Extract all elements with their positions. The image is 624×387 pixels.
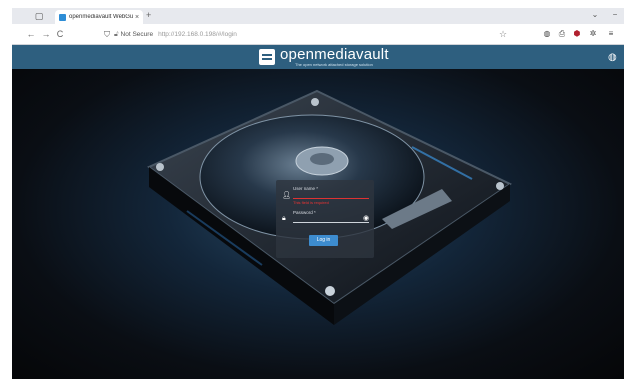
language-globe-icon[interactable]: ◍ (608, 52, 617, 63)
shield-extension-icon[interactable]: ⬢ (572, 29, 582, 38)
show-password-eye-icon[interactable]: ◉ (363, 214, 369, 222)
tab-title: openmediavault WebGui (69, 14, 133, 20)
tab-overview-icon[interactable]: ▢ (34, 11, 44, 21)
insecure-lock-icon[interactable]: 🔓︎ (114, 31, 119, 39)
username-error: This field is required (293, 200, 329, 205)
shield-icon[interactable]: ⛉ (104, 30, 110, 40)
tab-bar: ▢ openmediavault WebGui × + ⌄ − (12, 8, 624, 24)
menu-icon[interactable]: ≡ (606, 29, 616, 38)
password-field[interactable]: 🔒︎ Password * ◉ (282, 210, 370, 226)
url-text[interactable]: http://192.168.0.198/#/login (158, 31, 237, 38)
omv-logo-icon (259, 49, 275, 65)
reload-button[interactable]: C (55, 29, 65, 39)
password-input[interactable] (293, 222, 369, 223)
lock-icon: 🔒︎ (282, 215, 286, 222)
omv-tagline: The open network attached storage soluti… (295, 62, 373, 67)
tab-close-icon[interactable]: × (135, 14, 139, 21)
not-secure-label[interactable]: Not Secure (121, 31, 154, 38)
extension-icon[interactable]: ◍ (542, 29, 552, 38)
bookmark-star-icon[interactable]: ☆ (499, 29, 507, 40)
username-label: User name * (293, 186, 319, 191)
extensions-puzzle-icon[interactable]: ✲ (588, 29, 598, 38)
address-bar[interactable]: ⛉ 🔓︎ Not Secure http://192.168.0.198/#/l… (104, 28, 524, 41)
user-icon: 👤︎ (282, 192, 291, 199)
omv-header: openmediavault The open network attached… (12, 45, 624, 69)
new-tab-button[interactable]: + (146, 10, 151, 20)
omv-title: openmediavault (280, 46, 389, 63)
omv-favicon-icon (59, 13, 66, 21)
minimize-icon[interactable]: − (610, 10, 620, 19)
username-input[interactable] (293, 198, 369, 199)
login-dialog: 👤︎ User name * This field is required 🔒︎… (276, 180, 374, 258)
back-button[interactable]: ← (26, 29, 36, 39)
browser-tab[interactable]: openmediavault WebGui × (55, 10, 143, 24)
tab-list-icon[interactable]: ⌄ (590, 10, 600, 19)
password-label: Password * (293, 210, 316, 215)
sidebar-icon[interactable]: ⎙ (557, 29, 567, 39)
login-button[interactable]: Log in (309, 235, 338, 246)
username-field[interactable]: 👤︎ User name * This field is required (282, 186, 370, 205)
forward-button[interactable]: → (41, 29, 51, 39)
navigation-bar: ← → C ⛉ 🔓︎ Not Secure http://192.168.0.1… (12, 24, 624, 45)
browser-window: ▢ openmediavault WebGui × + ⌄ − ← → C ⛉ … (12, 8, 624, 379)
